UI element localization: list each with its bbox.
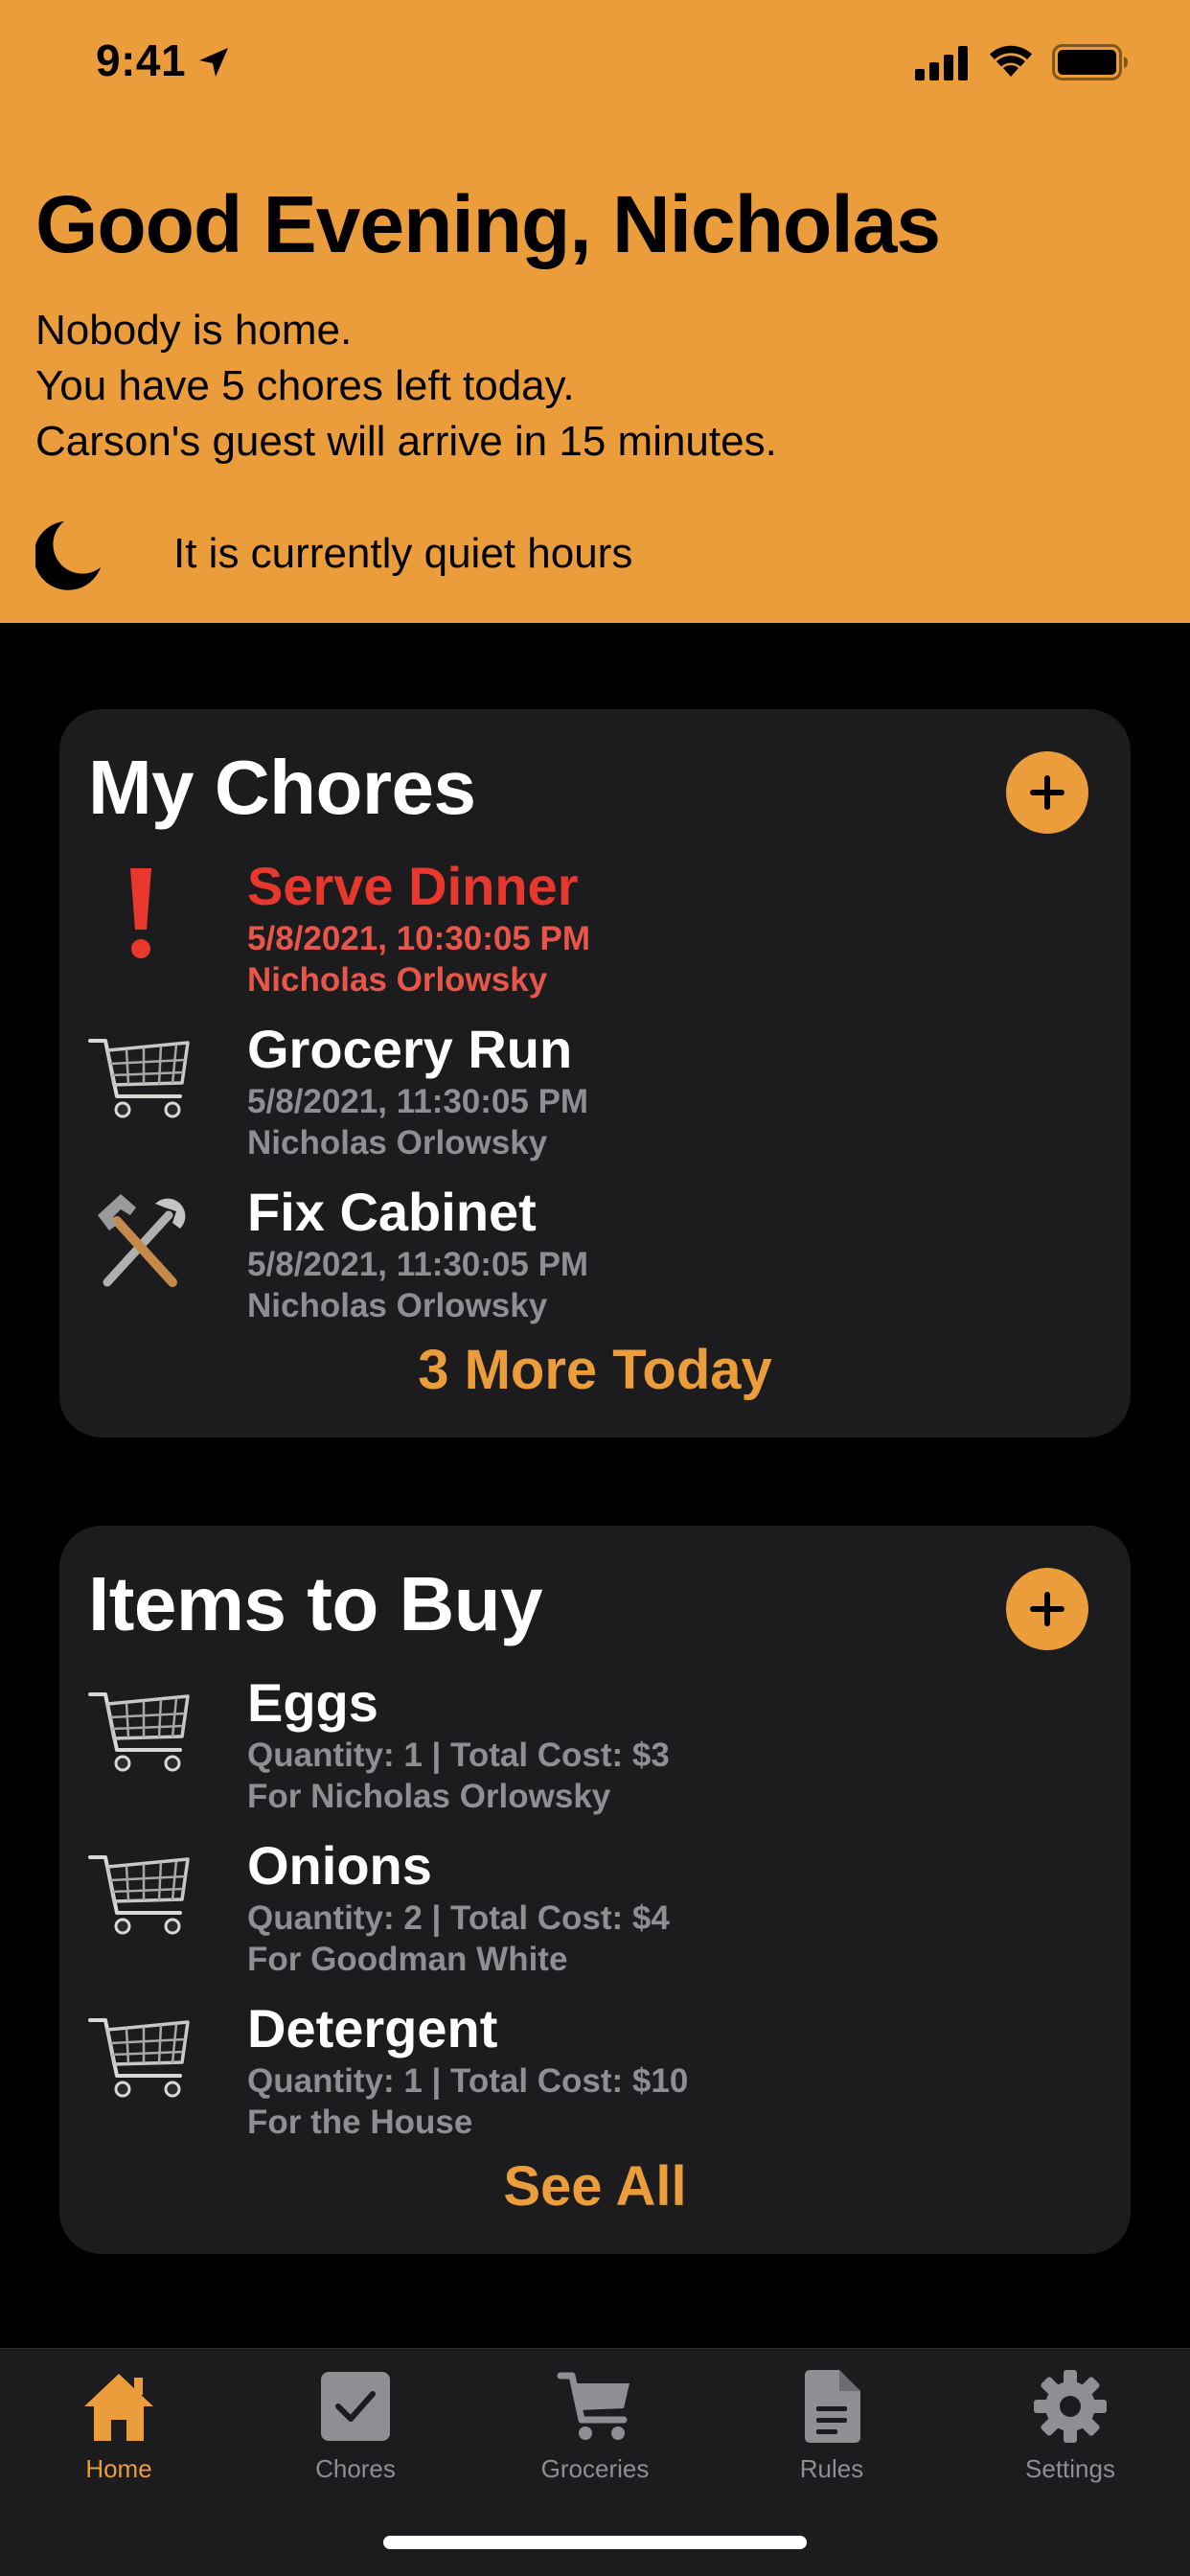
cart-icon: [557, 2372, 629, 2440]
checkbox-icon: [321, 2372, 390, 2441]
add-item-button[interactable]: [1006, 1568, 1088, 1650]
tab-chores-label: Chores: [315, 2454, 396, 2483]
tab-groceries[interactable]: Groceries: [499, 2368, 691, 2521]
grocery-details: Quantity: 1 | Total Cost: $3: [247, 1736, 670, 1774]
add-chore-button[interactable]: [1006, 751, 1088, 834]
grocery-text: Eggs Quantity: 1 | Total Cost: $3 For Ni…: [247, 1671, 670, 1817]
hammer-wrench-icon: [98, 1194, 186, 1287]
tab-groceries-label: Groceries: [540, 2454, 650, 2483]
quiet-hours-row: It is currently quiet hours: [35, 518, 632, 590]
grocery-details: Quantity: 2 | Total Cost: $4: [247, 1899, 670, 1937]
status-line-guest: Carson's guest will arrive in 15 minutes…: [35, 418, 777, 465]
tab-rules[interactable]: Rules: [736, 2368, 927, 2521]
chore-datetime: 5/8/2021, 11:30:05 PM: [247, 1083, 589, 1120]
chore-assignee: Nicholas Orlowsky: [247, 1124, 548, 1162]
my-chores-card: My Chores Serve Dinner 5/8/2021, 10:30:0…: [59, 709, 1131, 1438]
chore-item[interactable]: Serve Dinner 5/8/2021, 10:30:05 PM Nicho…: [88, 855, 1094, 1008]
shopping-cart-icon: [88, 2018, 190, 2098]
grocery-title: Detergent: [247, 1998, 498, 2058]
status-line-occupancy: Nobody is home.: [35, 307, 353, 354]
home-status-summary: Nobody is home. You have 5 chores left t…: [35, 303, 777, 470]
gear-icon: [1034, 2370, 1107, 2443]
battery-icon: [1052, 44, 1128, 80]
tab-rules-label: Rules: [799, 2454, 864, 2483]
grocery-for: For the House: [247, 2104, 473, 2141]
grocery-item[interactable]: Detergent Quantity: 1 | Total Cost: $10 …: [88, 1997, 1094, 2150]
tab-chores[interactable]: Chores: [260, 2368, 451, 2521]
chore-title: Serve Dinner: [247, 856, 579, 916]
chore-assignee: Nicholas Orlowsky: [247, 961, 548, 999]
status-bar: 9:41: [0, 0, 1190, 125]
plus-icon: [1030, 1592, 1064, 1626]
header: 9:41 Good Evening, Nicholas Nobody is ho…: [0, 0, 1190, 623]
grocery-item[interactable]: Onions Quantity: 2 | Total Cost: $4 For …: [88, 1834, 1094, 1988]
chore-text: Serve Dinner 5/8/2021, 10:30:05 PM Nicho…: [247, 855, 590, 1000]
grocery-details: Quantity: 1 | Total Cost: $10: [247, 2062, 689, 2100]
grocery-title: Onions: [247, 1835, 432, 1896]
tab-settings[interactable]: Settings: [974, 2368, 1166, 2521]
grocery-for: For Nicholas Orlowsky: [247, 1778, 611, 1815]
chore-item[interactable]: Grocery Run 5/8/2021, 11:30:05 PM Nichol…: [88, 1018, 1094, 1171]
document-icon: [805, 2370, 860, 2443]
see-all-link[interactable]: See All: [59, 2154, 1131, 2219]
moon-icon: [35, 521, 101, 590]
status-time: 9:41: [96, 35, 187, 85]
chore-item[interactable]: Fix Cabinet 5/8/2021, 11:30:05 PM Nichol…: [88, 1181, 1094, 1334]
house-icon: [84, 2374, 153, 2441]
tab-settings-label: Settings: [1025, 2454, 1115, 2483]
chore-datetime: 5/8/2021, 10:30:05 PM: [247, 920, 591, 957]
chore-datetime: 5/8/2021, 11:30:05 PM: [247, 1246, 589, 1283]
cellular-signal-icon: [915, 46, 968, 80]
home-indicator[interactable]: [383, 2536, 807, 2549]
chore-text: Fix Cabinet 5/8/2021, 11:30:05 PM Nichol…: [247, 1181, 588, 1326]
exclamation-icon: [130, 868, 151, 958]
items-to-buy-title: Items to Buy: [88, 1561, 543, 1646]
chore-title: Grocery Run: [247, 1019, 573, 1079]
tab-home-label: Home: [85, 2454, 152, 2483]
plus-icon: [1030, 775, 1064, 810]
home-screen: 9:41 Good Evening, Nicholas Nobody is ho…: [0, 0, 1190, 2576]
wifi-icon: [990, 45, 1032, 77]
quiet-hours-text: It is currently quiet hours: [173, 530, 633, 577]
grocery-title: Eggs: [247, 1672, 378, 1733]
grocery-item[interactable]: Eggs Quantity: 1 | Total Cost: $3 For Ni…: [88, 1671, 1094, 1825]
items-to-buy-card: Items to Buy Eggs Quantity: 1 | Total Co…: [59, 1526, 1131, 2254]
location-arrow-icon: [199, 48, 228, 77]
grocery-text: Detergent Quantity: 1 | Total Cost: $10 …: [247, 1997, 688, 2143]
status-line-chores: You have 5 chores left today.: [35, 362, 575, 409]
chore-title: Fix Cabinet: [247, 1182, 537, 1242]
my-chores-title: My Chores: [88, 745, 476, 830]
shopping-cart-icon: [88, 1692, 190, 1772]
shopping-cart-icon: [88, 1039, 190, 1118]
chore-assignee: Nicholas Orlowsky: [247, 1287, 548, 1324]
tab-home[interactable]: Home: [23, 2368, 215, 2521]
grocery-for: For Goodman White: [247, 1941, 568, 1978]
greeting-heading: Good Evening, Nicholas: [35, 179, 941, 269]
more-chores-link[interactable]: 3 More Today: [59, 1338, 1131, 1402]
chore-text: Grocery Run 5/8/2021, 11:30:05 PM Nichol…: [247, 1018, 588, 1163]
grocery-text: Onions Quantity: 2 | Total Cost: $4 For …: [247, 1834, 670, 1980]
shopping-cart-icon: [88, 1855, 190, 1935]
